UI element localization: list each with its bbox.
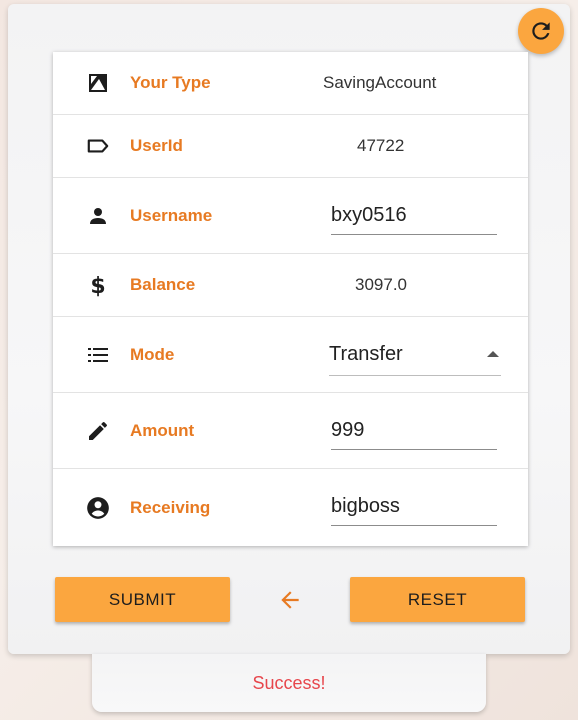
status-text: Success! (252, 672, 326, 693)
dollar-icon: $ (85, 272, 111, 298)
username-input[interactable]: bxy0516 (331, 204, 497, 235)
receiving-label: Receiving (130, 497, 211, 517)
username-label: Username (130, 205, 213, 225)
mode-label: Mode (130, 344, 175, 364)
caret-up-icon (487, 351, 499, 357)
row-receiving: Receiving bigboss (53, 469, 528, 546)
status-message: Success! (92, 654, 486, 712)
pencil-icon (85, 418, 111, 444)
balance-value: 3097.0 (355, 275, 407, 294)
refresh-button[interactable] (518, 8, 564, 54)
arrow-left-icon (281, 591, 299, 609)
reset-button[interactable]: RESET (350, 577, 525, 622)
account-circle-icon (85, 495, 111, 521)
row-username: Username bxy0516 (53, 178, 528, 254)
account-type-icon (85, 70, 111, 96)
mode-select[interactable]: Transfer (329, 343, 501, 376)
row-balance: $ Balance 3097.0 (53, 254, 528, 317)
row-amount: Amount 999 (53, 393, 528, 469)
submit-button[interactable]: SUBMIT (55, 577, 230, 622)
amount-input[interactable]: 999 (331, 419, 497, 450)
person-icon (85, 203, 111, 229)
your-type-label: Your Type (130, 73, 211, 92)
label-tag-icon (85, 133, 111, 159)
mode-selected-value: Transfer (329, 343, 403, 365)
refresh-icon (532, 22, 550, 40)
receiving-input[interactable]: bigboss (331, 495, 497, 526)
list-icon (85, 342, 111, 368)
account-card: Your Type SavingAccount UserId 47722 Use… (8, 4, 570, 654)
row-your-type: Your Type SavingAccount (53, 52, 528, 115)
your-type-value: SavingAccount (323, 73, 437, 92)
back-button[interactable] (276, 586, 304, 614)
amount-label: Amount (130, 420, 195, 440)
userid-value: 47722 (357, 136, 405, 155)
userid-label: UserId (130, 136, 183, 155)
row-userid: UserId 47722 (53, 115, 528, 178)
svg-text:$: $ (90, 274, 105, 298)
balance-label: Balance (130, 275, 196, 294)
row-mode: Mode Transfer (53, 317, 528, 393)
account-details-table: Your Type SavingAccount UserId 47722 Use… (53, 52, 528, 546)
